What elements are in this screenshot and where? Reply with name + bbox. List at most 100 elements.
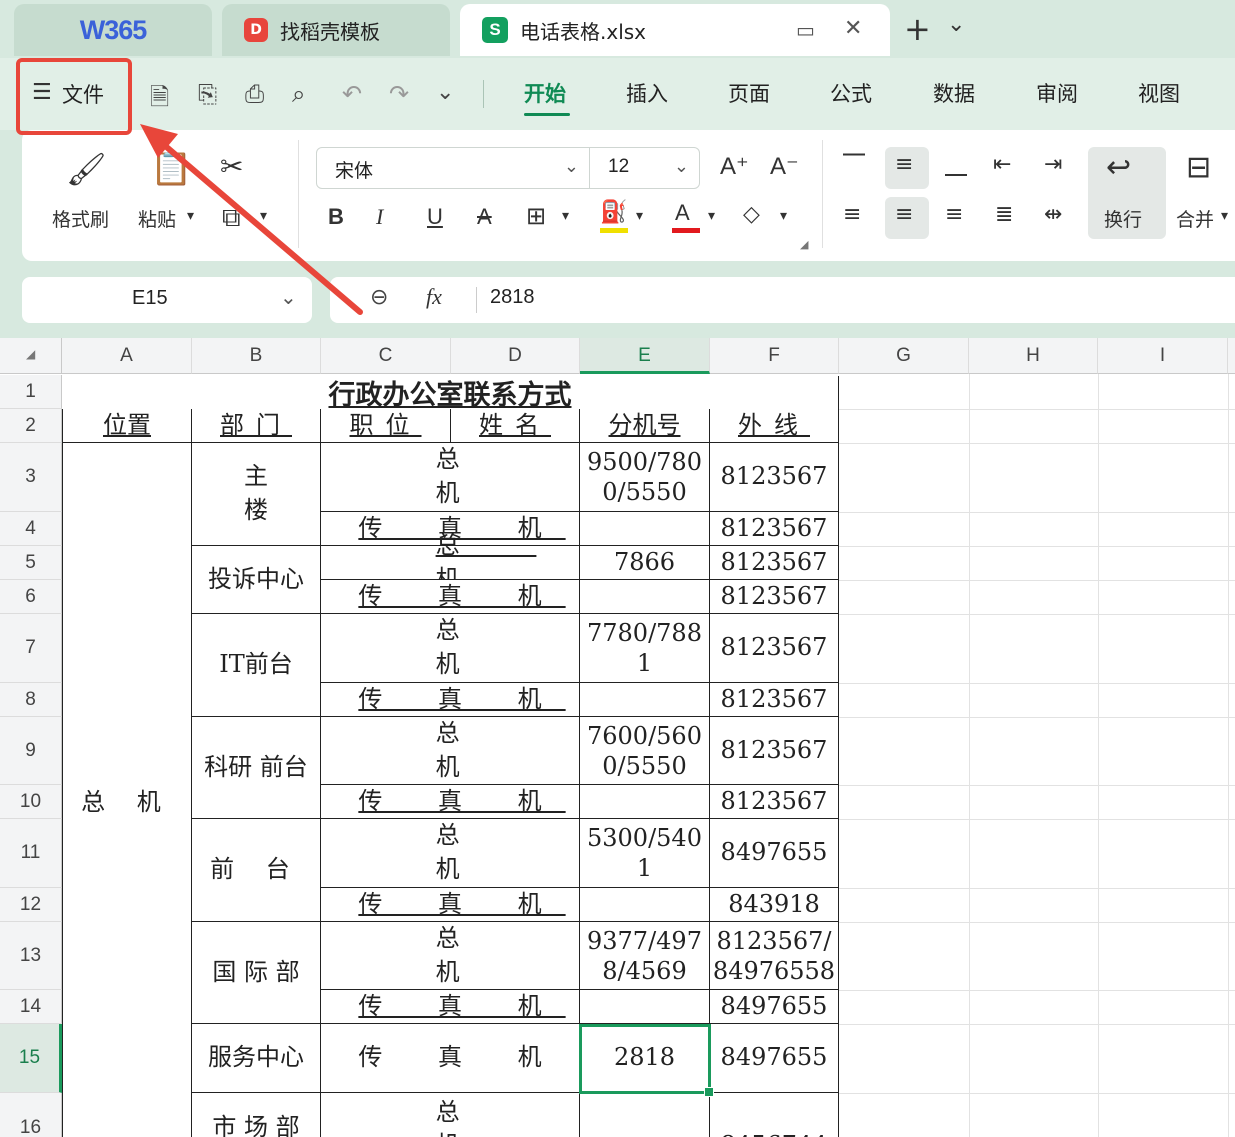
justify-icon[interactable]: ≣ bbox=[995, 202, 1013, 227]
align-top-icon[interactable]: ⎺ bbox=[843, 152, 865, 177]
row-header-16[interactable]: 16 bbox=[0, 1093, 62, 1137]
extension-cell-selected[interactable]: 2818 bbox=[580, 1024, 710, 1093]
format-painter-label[interactable]: 格式刷 bbox=[52, 205, 109, 232]
column-header-d[interactable]: D bbox=[451, 338, 580, 374]
external-line-cell[interactable]: 8123567 bbox=[710, 683, 839, 717]
fx-icon[interactable]: fx bbox=[426, 284, 442, 310]
formula-input[interactable]: 2818 bbox=[490, 286, 535, 309]
font-color-icon[interactable]: A bbox=[675, 200, 690, 226]
menu-review[interactable]: 审阅 bbox=[1036, 58, 1078, 130]
align-center-icon[interactable]: ≡ bbox=[895, 202, 913, 227]
column-header-a[interactable]: A bbox=[62, 338, 192, 374]
row-header-10[interactable]: 10 bbox=[0, 785, 62, 819]
external-line-cell[interactable]: 8123567 bbox=[710, 443, 839, 512]
extension-cell[interactable] bbox=[580, 580, 710, 614]
print-preview-icon[interactable]: ⌕ bbox=[292, 80, 305, 108]
external-line-cell[interactable]: 8456744 bbox=[710, 1093, 839, 1137]
font-name-select[interactable]: 宋体 ⌄ bbox=[316, 147, 590, 189]
row-header-4[interactable]: 4 bbox=[0, 512, 62, 546]
header-extension[interactable]: 分机号 bbox=[580, 409, 710, 443]
extension-cell[interactable] bbox=[580, 888, 710, 922]
position-cell[interactable]: 传 真 机 bbox=[321, 580, 580, 614]
italic-icon[interactable]: I bbox=[376, 204, 383, 230]
row-header-2[interactable]: 2 bbox=[0, 409, 62, 443]
row-header-9[interactable]: 9 bbox=[0, 717, 62, 785]
font-color-chevron-icon[interactable]: ▾ bbox=[708, 208, 715, 224]
column-header-h[interactable]: H bbox=[969, 338, 1098, 374]
external-line-cell[interactable]: 8497655 bbox=[710, 990, 839, 1024]
decrease-indent-icon[interactable]: ⇤ bbox=[993, 152, 1011, 177]
extension-cell[interactable]: 7780/7881 bbox=[580, 614, 710, 683]
external-line-cell[interactable]: 843918 bbox=[710, 888, 839, 922]
location-cell[interactable]: 总 机 bbox=[62, 443, 192, 1137]
department-cell[interactable]: 投诉中心 bbox=[192, 546, 321, 614]
external-line-cell[interactable]: 8497655 bbox=[710, 1024, 839, 1093]
clear-format-icon[interactable]: ◇ bbox=[743, 202, 760, 227]
restore-window-icon[interactable]: ▭ bbox=[796, 18, 815, 42]
row-header-13[interactable]: 13 bbox=[0, 922, 62, 990]
print-icon[interactable]: ⎙ bbox=[245, 80, 264, 108]
name-box[interactable]: E15 ⌄ bbox=[22, 277, 312, 323]
tab-list-chevron-icon[interactable]: ⌄ bbox=[947, 12, 965, 37]
row-header-5[interactable]: 5 bbox=[0, 546, 62, 580]
department-cell[interactable]: 前 台 bbox=[192, 819, 321, 922]
wrap-text-label[interactable]: 换行 bbox=[1104, 205, 1142, 232]
paste-icon[interactable]: 📋 bbox=[150, 148, 192, 188]
underline-icon[interactable]: U bbox=[427, 204, 443, 230]
extension-cell[interactable] bbox=[580, 785, 710, 819]
position-cell[interactable]: 传 真 机 bbox=[321, 990, 580, 1024]
row-header-8[interactable]: 8 bbox=[0, 683, 62, 717]
merge-chevron-icon[interactable]: ▾ bbox=[1221, 208, 1228, 224]
row-header-3[interactable]: 3 bbox=[0, 443, 62, 512]
column-header-f[interactable]: F bbox=[710, 338, 839, 374]
font-dialog-launcher-icon[interactable]: ◢ bbox=[800, 238, 808, 251]
extension-cell[interactable]: 9377/4978/4569 bbox=[580, 922, 710, 990]
tab-spreadsheet[interactable]: S 电话表格.xlsx ▭ ✕ bbox=[460, 4, 890, 56]
row-header-15[interactable]: 15 bbox=[0, 1024, 62, 1093]
department-cell[interactable]: 科研 前台 bbox=[192, 717, 321, 819]
font-size-select[interactable]: 12 ⌄ bbox=[590, 147, 700, 189]
extension-cell[interactable]: 7600/5600/5550 bbox=[580, 717, 710, 785]
fill-color-chevron-icon[interactable]: ▾ bbox=[636, 208, 643, 224]
position-cell[interactable]: 传 真 机 bbox=[321, 683, 580, 717]
format-painter-icon[interactable]: 🖌 bbox=[66, 150, 107, 188]
extension-cell[interactable]: 9500/7800/5550 bbox=[580, 443, 710, 512]
copy-icon[interactable]: ⧉ bbox=[222, 203, 241, 234]
external-line-cell[interactable]: 8123567 bbox=[710, 614, 839, 683]
tab-wps-home[interactable]: W365 bbox=[14, 4, 212, 56]
menu-home[interactable]: 开始 bbox=[524, 58, 566, 130]
row-header-6[interactable]: 6 bbox=[0, 580, 62, 614]
header-department[interactable]: 部门 bbox=[192, 409, 321, 443]
column-header-e[interactable]: E bbox=[580, 338, 710, 374]
position-cell[interactable]: 传 真 机 bbox=[321, 888, 580, 922]
position-cell[interactable]: 传 真 机 bbox=[321, 1024, 580, 1093]
bold-icon[interactable]: B bbox=[328, 204, 344, 230]
extension-cell[interactable] bbox=[580, 1093, 710, 1137]
menu-formula[interactable]: 公式 bbox=[830, 58, 872, 130]
header-external-line[interactable]: 外线 bbox=[710, 409, 839, 443]
menu-insert[interactable]: 插入 bbox=[626, 58, 668, 130]
external-line-cell[interactable]: 8123567/84976558 bbox=[710, 922, 839, 990]
external-line-cell[interactable]: 8123567 bbox=[710, 546, 839, 580]
increase-font-icon[interactable]: A⁺ bbox=[720, 152, 749, 181]
decrease-font-icon[interactable]: A⁻ bbox=[770, 152, 799, 181]
extension-cell[interactable] bbox=[580, 512, 710, 546]
align-bottom-icon[interactable]: ⎽ bbox=[945, 152, 967, 177]
department-cell[interactable]: 国 际 部 bbox=[192, 922, 321, 1024]
position-cell[interactable]: 总 机 bbox=[321, 922, 580, 990]
cut-icon[interactable]: ✂ bbox=[220, 150, 243, 183]
external-line-cell[interactable]: 8123567 bbox=[710, 717, 839, 785]
column-header-c[interactable]: C bbox=[321, 338, 451, 374]
fill-color-icon[interactable]: ⛽ bbox=[600, 200, 627, 225]
column-header-b[interactable]: B bbox=[192, 338, 321, 374]
external-line-cell[interactable]: 8123567 bbox=[710, 785, 839, 819]
position-cell[interactable]: 总 机 bbox=[321, 717, 580, 785]
merge-cells-label[interactable]: 合并 bbox=[1176, 205, 1214, 232]
row-header-1[interactable]: 1 bbox=[0, 375, 62, 409]
sheet-title-cell[interactable]: 行政办公室联系方式 bbox=[62, 376, 839, 411]
position-cell[interactable]: 总 机 bbox=[321, 1093, 580, 1137]
strikethrough-icon[interactable]: A bbox=[477, 204, 492, 230]
external-line-cell[interactable]: 8123567 bbox=[710, 580, 839, 614]
column-header-i[interactable]: I bbox=[1098, 338, 1228, 374]
position-cell[interactable]: 总 机 bbox=[321, 819, 580, 888]
